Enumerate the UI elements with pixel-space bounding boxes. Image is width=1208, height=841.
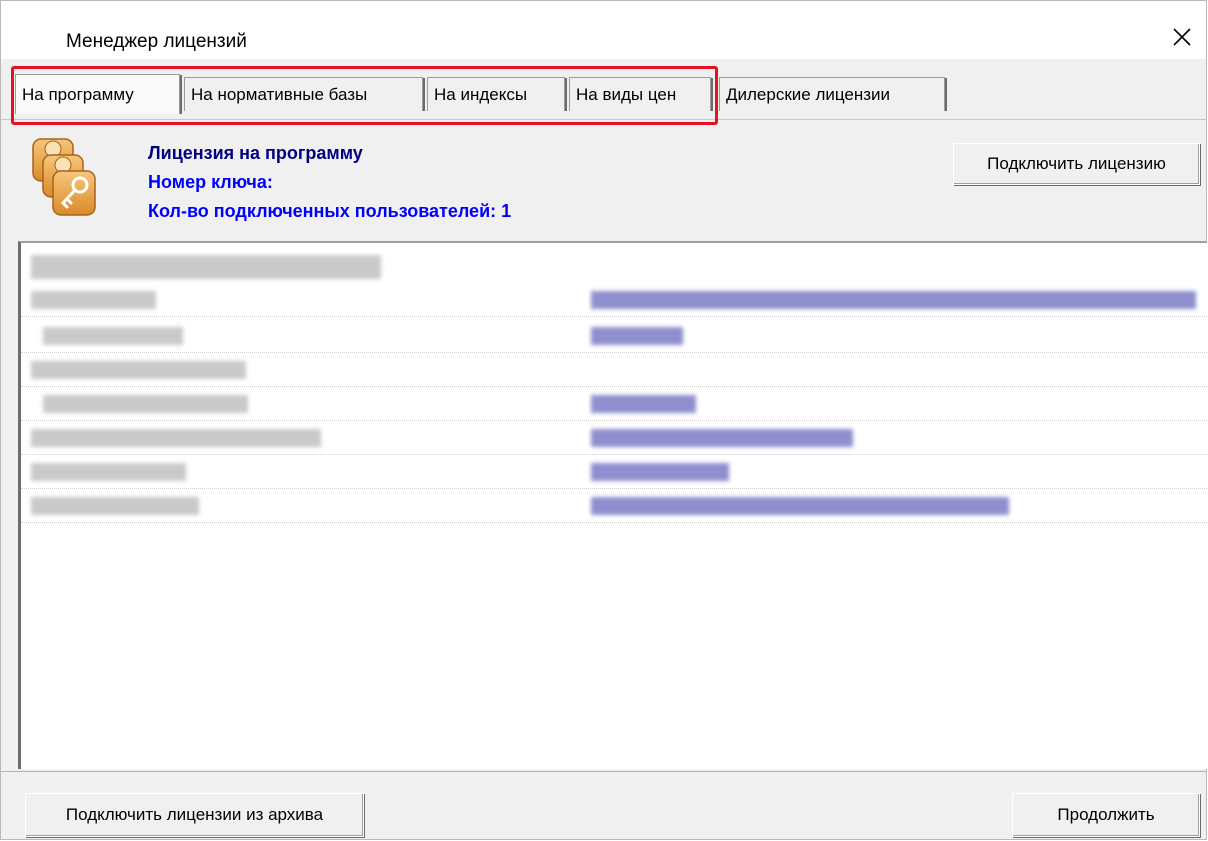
tab-price-types[interactable]: На виды цен	[569, 77, 713, 111]
footer-separator	[1, 771, 1206, 772]
redacted-cell	[591, 291, 1196, 309]
table-row	[21, 455, 1207, 489]
window-title: Менеджер лицензий	[66, 31, 247, 52]
license-key-icon	[32, 138, 96, 216]
redacted-cell	[591, 395, 696, 413]
close-icon	[1173, 28, 1191, 46]
users-count-label: Кол-во подключенных пользователей: 1	[148, 201, 512, 221]
redacted-cell	[43, 327, 183, 345]
tab-normative-bases[interactable]: На нормативные базы	[184, 77, 425, 111]
table-row	[21, 387, 1207, 421]
license-title: Лицензия на программу	[148, 143, 363, 163]
title-bar: Менеджер лицензий	[1, 1, 1206, 59]
tab-label: На программу	[22, 84, 134, 104]
close-button[interactable]	[1158, 15, 1206, 59]
table-row	[21, 489, 1207, 523]
redacted-cell	[43, 395, 248, 413]
continue-button[interactable]: Продолжить	[1012, 793, 1200, 837]
tab-strip: На программу На нормативные базы На инде…	[1, 67, 1206, 120]
tab-label: На нормативные базы	[191, 84, 368, 104]
license-manager-window: Менеджер лицензий На программу На нормат…	[0, 0, 1207, 840]
table-row	[21, 353, 1207, 387]
tab-label: На индексы	[434, 84, 528, 104]
tab-indexes[interactable]: На индексы	[427, 77, 567, 111]
table-row	[21, 421, 1207, 455]
redacted-cell	[591, 463, 729, 481]
key-number-label: Номер ключа:	[148, 172, 273, 192]
table-row	[21, 243, 1207, 279]
redacted-cell	[31, 255, 381, 279]
connect-from-archive-button[interactable]: Подключить лицензии из архива	[25, 793, 364, 837]
redacted-cell	[31, 291, 156, 309]
redacted-cell	[31, 361, 246, 379]
redacted-cell	[31, 497, 199, 515]
redacted-cell	[591, 429, 853, 447]
table-row	[21, 283, 1207, 317]
connect-license-button[interactable]: Подключить лицензию	[953, 143, 1200, 185]
tab-label: Дилерские лицензии	[726, 84, 891, 104]
redacted-cell	[591, 497, 1009, 515]
redacted-cell	[31, 463, 186, 481]
redacted-cell	[31, 429, 321, 447]
tab-program[interactable]: На программу	[15, 74, 182, 114]
license-details-table	[18, 241, 1207, 769]
tab-dealer-licenses[interactable]: Дилерские лицензии	[719, 77, 947, 111]
redacted-cell	[591, 327, 683, 345]
tab-label: На виды цен	[576, 84, 677, 104]
table-row	[21, 319, 1207, 353]
